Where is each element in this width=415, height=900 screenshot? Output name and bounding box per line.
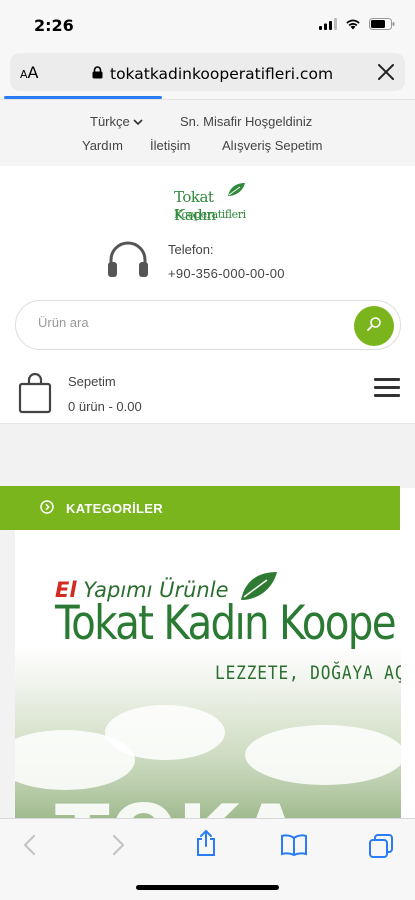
home-indicator [136,885,279,890]
hamburger-menu-icon[interactable] [374,378,400,398]
help-link[interactable]: Yardım [82,138,123,153]
headphones-icon [106,240,150,285]
text-size-button[interactable]: AA [20,63,38,82]
signal-icon [319,17,337,35]
language-label: Türkçe [90,114,130,129]
url-text: tokatkadinkooperatifleri.com [110,65,334,83]
status-time: 2:26 [34,16,74,35]
left-gutter [0,530,15,820]
banner-big-text: TOKA [55,788,301,820]
address-field[interactable]: AA tokatkadinkooperatifleri.com [10,53,405,91]
leaf-icon [226,182,246,203]
cart-label[interactable]: Sepetim [68,374,116,389]
text-size-small-label: A [20,68,28,81]
circle-arrow-icon [40,500,54,519]
wifi-icon [345,17,361,35]
site-header: Tokat Kadın Kooperatifleri Telefon: +90-… [0,166,415,424]
search-box [15,300,401,350]
battery-icon [369,17,395,35]
banner-subtitle: LEZZETE, DOĞAYA AÇILAN [215,662,401,684]
contact-link[interactable]: İletişim [150,138,190,153]
back-icon[interactable] [22,833,38,862]
banner-title: Tokat Kadın Koope [55,596,397,651]
text-size-large-label: A [27,63,39,82]
welcome-text: Sn. Misafir Hoşgeldiniz [180,114,313,129]
tabs-icon[interactable] [368,833,394,864]
phone-label: Telefon: [168,242,214,257]
status-bar: 2:26 [0,0,415,48]
forward-icon[interactable] [110,833,126,862]
share-icon[interactable] [194,829,218,862]
site-logo[interactable]: Tokat Kadın Kooperatifleri [170,182,250,226]
cart-summary[interactable]: 0 ürün - 0.00 [68,399,142,414]
page-load-progress [4,96,162,99]
phone-number[interactable]: +90-356-000-00-00 [168,266,285,281]
hero-banner[interactable]: El Yapımı Ürünle Tokat Kadın Koope LEZZE… [15,530,401,820]
shopping-cart-link[interactable]: Alışveriş Sepetim [222,138,322,153]
section-gap [0,424,415,488]
logo-line2: Kooperatifleri [174,208,246,221]
browser-url-bar: AA tokatkadinkooperatifleri.com [0,48,415,100]
bookmarks-icon[interactable] [280,833,308,862]
language-selector[interactable]: Türkçe [90,114,143,129]
search-icon [366,316,382,337]
top-links-bar: Türkçe Sn. Misafir Hoşgeldiniz Yardım İl… [0,100,415,166]
shopping-bag-icon[interactable] [18,372,52,419]
close-icon[interactable] [375,61,397,83]
search-button[interactable] [354,306,394,346]
search-input[interactable] [38,315,338,330]
categories-label: KATEGORİLER [66,501,163,516]
categories-toggle[interactable]: KATEGORİLER [0,486,400,530]
lock-icon [92,66,103,84]
chevron-down-icon [133,114,143,129]
